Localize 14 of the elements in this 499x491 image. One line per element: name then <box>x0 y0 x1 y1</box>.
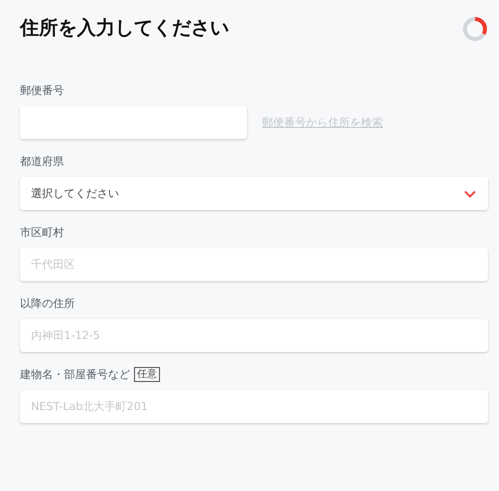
prefecture-select[interactable]: 選択してください <box>20 177 488 210</box>
input-field[interactable]: 内神田1-12-5 <box>20 319 488 352</box>
optional-badge: 任意 <box>134 366 160 382</box>
page-title: 住所を入力してください <box>20 16 229 41</box>
chevron-down-icon <box>464 190 476 198</box>
input-field[interactable]: NEST-Lab北大手町201 <box>20 390 488 423</box>
postal-code-field[interactable] <box>20 106 247 139</box>
field-label: 市区町村 <box>20 224 64 240</box>
field-label: 以降の住所 <box>20 296 75 310</box>
field-label: 都道府県 <box>20 154 64 168</box>
field-label: 郵便番号 <box>20 82 64 98</box>
input-field[interactable]: 千代田区 <box>20 248 488 281</box>
progress-ring <box>462 16 488 42</box>
field-label: 建物名・部屋番号など <box>20 366 130 382</box>
